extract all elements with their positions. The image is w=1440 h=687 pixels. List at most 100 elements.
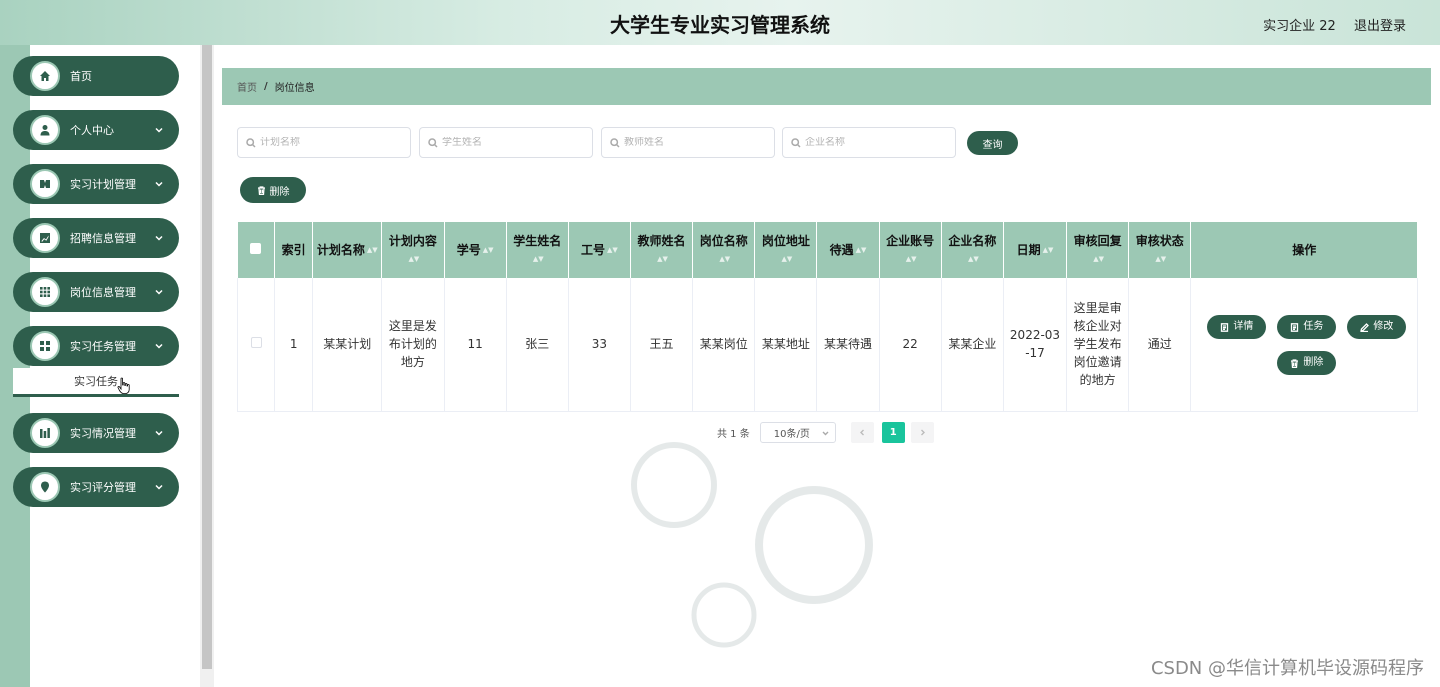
teacher-name-input[interactable] [624,137,764,148]
sidebar-item-label: 岗位信息管理 [70,286,136,299]
sidebar-item-plan-management[interactable]: 实习计划管理 [13,164,179,204]
query-button[interactable]: 查询 [967,131,1018,155]
sort-icon: ▲▼ [967,255,979,264]
select-all-header[interactable] [237,222,276,278]
current-user-label: 实习企业 22 [1263,19,1336,34]
sort-icon: ▲▼ [1042,246,1054,255]
header-post-name[interactable]: 岗位名称▲▼ [692,222,756,278]
sort-icon: ▲▼ [366,246,378,255]
header-index: 索引 [274,222,314,278]
hand-cursor-icon [117,377,130,394]
plan-name-search-field[interactable] [237,127,411,158]
teacher-name-search-field[interactable] [601,127,775,158]
sidebar-item-label: 招聘信息管理 [70,232,136,245]
header-student-no[interactable]: 学号 ▲▼ [444,222,507,278]
pagination: 共 1 条 10条/页 1 [717,421,934,443]
company-name-input[interactable] [805,137,945,148]
header-student-name[interactable]: 学生姓名▲▼ [506,222,569,278]
task-button[interactable]: 任务 [1277,315,1337,339]
header-salary[interactable]: 待遇 ▲▼ [816,222,880,278]
sort-icon: ▲▼ [1093,255,1105,264]
company-name-search-field[interactable] [782,127,956,158]
chevron-down-icon [155,285,163,295]
sort-icon: ▲▼ [408,255,420,264]
sort-icon: ▲▼ [855,246,867,255]
page-number-current[interactable]: 1 [881,421,905,443]
table-header-row: 索引 计划名称 ▲▼ 计划内容▲▼ 学号 ▲▼ 学生姓名▲▼ 工号 ▲▼ 教师姓名▲▼… [237,222,1418,278]
chevron-down-icon [822,431,829,435]
header-company-name[interactable]: 企业名称▲▼ [941,222,1004,278]
bars-icon [30,418,60,448]
edit-label: 修改 [1373,321,1394,332]
cell-staff-no: 33 [568,278,631,412]
sidebar-item-label: 实习情况管理 [70,427,136,440]
header-plan-name[interactable]: 计划名称 ▲▼ [312,222,383,278]
row-checkbox[interactable] [250,337,262,349]
home-icon [30,61,60,91]
select-all-checkbox[interactable] [250,243,262,254]
student-name-input[interactable] [442,137,582,148]
table-row: 1 某某计划 这里是发布计划的地方 11 张三 33 王五 某某岗位 某某地址 … [236,278,1418,412]
cell-review-status: 通过 [1128,278,1192,412]
sidebar-item-task-management[interactable]: 实习任务管理 [13,326,179,366]
header-teacher-name[interactable]: 教师姓名▲▼ [630,222,694,278]
sidebar-item-label: 首页 [70,70,92,83]
chevron-up-icon [155,339,163,349]
cell-plan-name: 某某计划 [312,278,383,412]
watermark: CSDN @华信计算机毕设源码程序 [1150,658,1424,679]
cell-post-address: 某某地址 [754,278,818,412]
sidebar-item-status-management[interactable]: 实习情况管理 [13,413,179,453]
edit-button[interactable]: 修改 [1347,315,1407,339]
plan-icon [30,169,60,199]
prev-page-button[interactable] [850,421,874,443]
breadcrumb-home[interactable]: 首页 [237,79,257,94]
batch-delete-button[interactable]: 删除 [240,177,306,203]
chevron-left-icon [859,429,864,435]
sidebar-scrollbar-thumb[interactable] [202,45,212,669]
document-icon [1221,322,1229,332]
header-review-status[interactable]: 审核状态▲▼ [1128,222,1192,278]
student-name-search-field[interactable] [419,127,593,158]
header-post-address[interactable]: 岗位地址▲▼ [754,222,818,278]
page-size-value: 10条/页 [773,428,810,440]
apps-icon [30,331,60,361]
header-company-account[interactable]: 企业账号▲▼ [879,222,942,278]
cell-index: 1 [274,278,314,412]
detail-button[interactable]: 详情 [1207,315,1267,339]
task-label: 任务 [1303,321,1324,332]
next-page-button[interactable] [910,421,934,443]
sidebar-item-label: 实习任务管理 [70,340,136,353]
sidebar-item-home[interactable]: 首页 [13,56,179,96]
trash-icon [1291,358,1299,368]
sidebar-subitem-internship-task[interactable]: 实习任务 [13,368,179,397]
sidebar-item-personal-center[interactable]: 个人中心 [13,110,179,150]
sort-icon: ▲▼ [1155,255,1167,264]
page-size-select[interactable]: 10条/页 [759,421,836,443]
sidebar-item-label: 个人中心 [70,124,114,137]
sidebar-item-score-management[interactable]: 实习评分管理 [13,467,179,507]
header-date[interactable]: 日期 ▲▼ [1003,222,1068,278]
header-review-reply[interactable]: 审核回复▲▼ [1066,222,1130,278]
header-staff-no[interactable]: 工号 ▲▼ [568,222,631,278]
cell-teacher-name: 王五 [630,278,694,412]
trash-icon [257,185,265,195]
plan-name-input[interactable] [260,137,400,148]
sidebar-item-post-management[interactable]: 岗位信息管理 [13,272,179,312]
sort-icon: ▲▼ [657,255,668,264]
chart-icon [30,223,60,253]
breadcrumb: 首页 / 岗位信息 [222,68,1431,105]
breadcrumb-current: 岗位信息 [274,83,315,94]
logout-link[interactable]: 退出登录 [1354,19,1406,34]
sidebar-item-label: 实习评分管理 [70,481,136,494]
cell-review-reply: 这里是审核企业对学生发布岗位邀请的地方 [1066,278,1130,412]
row-select-cell[interactable] [236,278,276,412]
sidebar-item-recruitment-management[interactable]: 招聘信息管理 [13,218,179,258]
cell-company-account: 22 [879,278,942,412]
detail-label: 详情 [1233,321,1254,332]
header-plan-content[interactable]: 计划内容▲▼ [381,222,445,278]
cell-student-no: 11 [444,278,507,412]
search-icon [428,137,438,148]
row-delete-button[interactable]: 删除 [1277,351,1337,375]
user-icon [30,115,60,145]
breadcrumb-separator: / [264,81,268,92]
